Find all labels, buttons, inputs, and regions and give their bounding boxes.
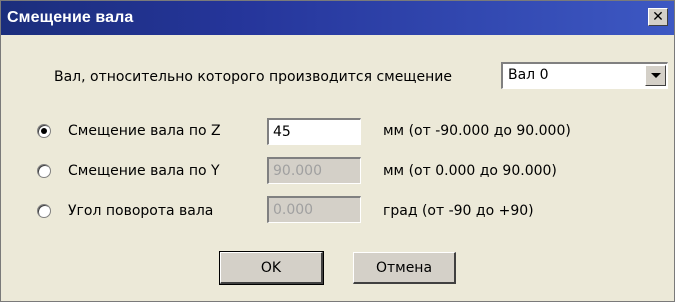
rotation-angle-input[interactable]: 0.000	[267, 196, 361, 223]
rotation-angle-label: Угол поворота вала	[68, 203, 214, 219]
offset-y-range: мм (от 0.000 до 90.000)	[383, 163, 557, 179]
offset-y-input[interactable]: 90.000	[267, 157, 361, 184]
ok-button-label: OK	[260, 259, 282, 276]
shaft-select-label: Вал, относительно которого производится …	[54, 69, 452, 85]
shaft-select-dropdown[interactable]: Вал 0	[501, 62, 668, 89]
offset-z-input[interactable]: 45	[267, 118, 361, 145]
offset-z-label: Смещение вала по Z	[68, 123, 221, 139]
close-button[interactable]: ✕	[648, 8, 668, 26]
window-title: Смещение вала	[7, 9, 134, 26]
cancel-button[interactable]: Отмена	[353, 252, 456, 284]
close-icon: ✕	[652, 9, 664, 25]
cancel-button-label: Отмена	[375, 259, 433, 276]
dropdown-button[interactable]	[645, 65, 666, 86]
title-bar[interactable]: Смещение вала ✕	[1, 1, 674, 35]
offset-z-range: мм (от -90.000 до 90.000)	[383, 123, 571, 139]
radio-offset-z[interactable]	[37, 124, 51, 138]
shaft-select-value: Вал 0	[508, 67, 549, 83]
chevron-down-icon	[650, 73, 661, 78]
dialog-window: Смещение вала ✕ Вал, относительно которо…	[0, 0, 675, 302]
radio-offset-y[interactable]	[37, 164, 51, 178]
offset-y-label: Смещение вала по Y	[68, 163, 220, 179]
radio-rotation-angle[interactable]	[37, 204, 51, 218]
ok-button[interactable]: OK	[219, 251, 324, 285]
rotation-angle-range: град (от -90 до +90)	[383, 203, 534, 219]
radio-selected-dot	[41, 128, 47, 134]
